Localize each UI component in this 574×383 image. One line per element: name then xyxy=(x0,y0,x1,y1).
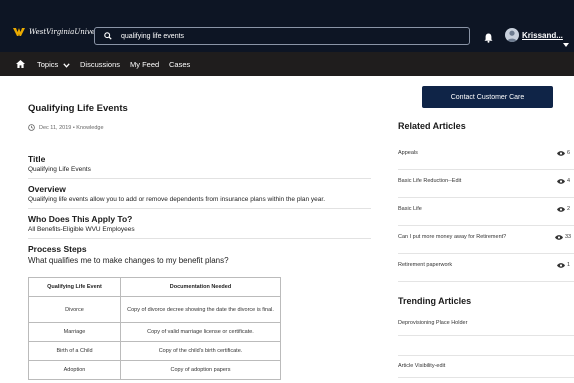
section-heading-process-steps: Process Steps xyxy=(28,244,87,254)
contact-customer-care-button[interactable]: Contact Customer Care xyxy=(422,86,553,108)
related-article-item[interactable]: Basic Life Reduction--Edit 4 xyxy=(398,170,574,198)
related-article-item[interactable]: Basic Life 2 xyxy=(398,198,574,226)
trending-article-link[interactable]: Article Visibility-edit xyxy=(398,363,445,369)
global-header: WestVirginiaUniversity. qualifying life … xyxy=(0,0,574,52)
trending-article-item xyxy=(398,336,574,356)
view-count: 2 xyxy=(557,206,570,212)
table-cell: Marriage xyxy=(28,322,121,342)
trending-article-link[interactable]: Deprovisioning Place Holder xyxy=(398,320,467,326)
related-articles-heading: Related Articles xyxy=(398,121,466,131)
section-heading-title: Title xyxy=(28,154,46,164)
section-heading-overview: Overview xyxy=(28,184,66,194)
related-article-item[interactable]: Appeals 6 xyxy=(398,142,574,170)
process-question: What qualifies me to make changes to my … xyxy=(28,256,229,265)
nav-item-discussions[interactable]: Discussions xyxy=(80,60,120,69)
related-article-link[interactable]: Can I put more money away for Retirement… xyxy=(398,234,506,240)
nav-label: Topics xyxy=(37,60,59,69)
chevron-down-icon xyxy=(63,62,71,68)
table-cell: Copy of divorce decree showing the date … xyxy=(120,296,281,323)
table-header-row: Qualifying Life Event Documentation Need… xyxy=(28,277,281,297)
nav-item-topics[interactable]: Topics xyxy=(37,60,71,69)
section-divider xyxy=(28,238,371,239)
search-box[interactable]: qualifying life events xyxy=(94,27,470,45)
table-cell: Copy of the child's birth certificate. xyxy=(120,341,281,361)
table-row: Divorce Copy of divorce decree showing t… xyxy=(28,296,281,323)
view-count: 1 xyxy=(557,262,570,268)
table-cell: Divorce xyxy=(28,296,121,323)
user-menu-name[interactable]: Krissand... xyxy=(522,31,563,40)
view-count: 6 xyxy=(557,150,570,156)
trending-article-item[interactable]: Deprovisioning Place Holder xyxy=(398,314,574,336)
view-count-value: 2 xyxy=(567,206,571,212)
bell-icon[interactable] xyxy=(484,30,493,48)
eye-icon xyxy=(557,150,565,156)
user-avatar-icon[interactable] xyxy=(505,28,519,42)
section-value-overview: Qualifying life events allow you to add … xyxy=(28,196,326,203)
table-row: Marriage Copy of valid marriage license … xyxy=(28,322,281,342)
related-article-link[interactable]: Retirement paperwork xyxy=(398,262,452,268)
table-cell: Birth of a Child xyxy=(28,341,121,361)
table-cell: Copy of valid marriage license or certif… xyxy=(120,322,281,342)
wvu-logo-icon xyxy=(13,28,25,36)
eye-icon xyxy=(555,234,563,240)
clock-icon xyxy=(28,124,35,131)
related-article-link[interactable]: Basic Life Reduction--Edit xyxy=(398,178,461,184)
view-count-value: 6 xyxy=(567,150,571,156)
search-input[interactable]: qualifying life events xyxy=(121,33,184,40)
article-meta: Dec 11, 2019 • Knowledge xyxy=(28,124,104,131)
section-divider xyxy=(28,208,371,209)
eye-icon xyxy=(557,262,565,268)
related-article-link[interactable]: Basic Life xyxy=(398,206,422,212)
nav-item-my-feed[interactable]: My Feed xyxy=(130,60,159,69)
home-icon[interactable] xyxy=(16,60,25,70)
nav-bar: Topics Discussions My Feed Cases xyxy=(0,52,574,76)
trending-article-item[interactable]: Article Visibility-edit xyxy=(398,356,574,378)
related-article-link[interactable]: Appeals xyxy=(398,150,418,156)
table-row: Birth of a Child Copy of the child's bir… xyxy=(28,341,281,361)
qualifying-events-table: Qualifying Life Event Documentation Need… xyxy=(28,277,281,380)
view-count: 4 xyxy=(557,178,570,184)
table-cell: Copy of adoption papers xyxy=(120,360,281,380)
view-count-value: 4 xyxy=(567,178,571,184)
view-count: 33 xyxy=(555,234,571,240)
eye-icon xyxy=(557,178,565,184)
table-cell: Adoption xyxy=(28,360,121,380)
search-icon xyxy=(104,32,112,40)
article-title: Qualifying Life Events xyxy=(28,103,128,114)
eye-icon xyxy=(557,206,565,212)
trending-articles-heading: Trending Articles xyxy=(398,296,472,306)
section-heading-who: Who Does This Apply To? xyxy=(28,214,133,224)
section-value-who: All Benefits-Eligible WVU Employees xyxy=(28,226,135,233)
view-count-value: 33 xyxy=(565,234,572,240)
nav-item-cases[interactable]: Cases xyxy=(169,60,190,69)
view-count-value: 1 xyxy=(567,262,571,268)
related-article-item[interactable]: Can I put more money away for Retirement… xyxy=(398,226,574,254)
section-divider xyxy=(28,178,371,179)
article-meta-text: Dec 11, 2019 • Knowledge xyxy=(39,124,104,131)
related-article-item[interactable]: Retirement paperwork 1 xyxy=(398,254,574,282)
column-header: Documentation Needed xyxy=(120,277,281,297)
table-row: Adoption Copy of adoption papers xyxy=(28,360,281,380)
column-header: Qualifying Life Event xyxy=(28,277,121,297)
caret-down-icon[interactable] xyxy=(563,34,569,52)
section-value-title: Qualifying Life Events xyxy=(28,166,91,173)
